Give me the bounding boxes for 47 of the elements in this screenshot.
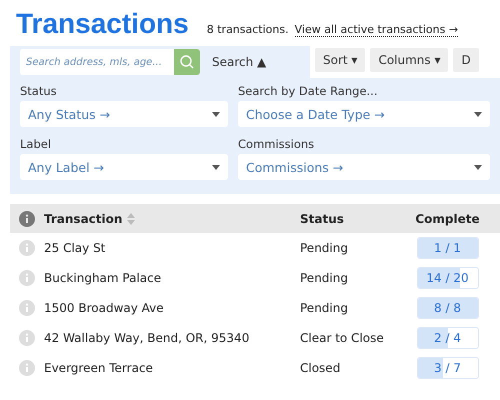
filter-dropdown[interactable]: Any Status → (20, 101, 228, 127)
filter-dropdown[interactable]: Any Label → (20, 154, 228, 180)
table-cell-text: Closed (300, 361, 342, 375)
column-header: Complete (414, 212, 481, 226)
sort-icon[interactable] (126, 212, 136, 226)
search-field[interactable]: Search address, mls, age... (20, 49, 200, 75)
progress-bar: 14 / 20 (416, 267, 478, 289)
filter-dropdown[interactable]: Choose a Date Type → (238, 101, 490, 127)
table-cell-text: Pending (300, 241, 349, 255)
progress-bar: 2 / 4 (416, 327, 478, 349)
filter-label: Search by Date Range... (238, 84, 378, 98)
table-cell-text: Clear to Close (300, 331, 385, 345)
table-cell-text: Pending (300, 271, 349, 285)
info-icon[interactable] (19, 270, 35, 286)
caret-icon (212, 164, 220, 170)
toolbar-button[interactable]: Sort ▾ (315, 48, 366, 72)
toolbar-button[interactable]: D (453, 48, 479, 72)
caret-icon (212, 112, 220, 116)
column-header[interactable]: Transaction (44, 212, 122, 226)
filter-label: Label (20, 137, 52, 151)
toolbar-button[interactable]: Columns ▾ (370, 48, 448, 72)
filter-label: Commissions (238, 137, 316, 151)
search-button[interactable] (174, 49, 200, 75)
table-cell-text: 1500 Broadway Ave (44, 301, 165, 315)
table-cell-text: 25 Clay St (44, 241, 106, 255)
view-all-link[interactable]: View all active transactions → (294, 23, 458, 37)
progress-bar: 3 / 7 (416, 357, 478, 379)
table-cell-text: Evergreen Terrace (44, 361, 154, 375)
table-cell-text: 42 Wallaby Way, Bend, OR, 95340 (44, 331, 250, 345)
caret-icon (474, 112, 482, 116)
search-toggle[interactable]: Search ▲ (208, 53, 270, 71)
filter-dropdown[interactable]: Commissions → (238, 154, 490, 180)
info-icon[interactable] (19, 330, 35, 346)
page-title: Transactions (16, 8, 189, 40)
info-icon (19, 210, 35, 226)
search-icon (179, 54, 195, 70)
column-header: Status (300, 212, 345, 226)
info-icon[interactable] (19, 300, 35, 316)
filter-label: Status (20, 84, 58, 98)
table-cell-text: Buckingham Palace (44, 271, 162, 285)
info-icon[interactable] (19, 240, 35, 256)
caret-icon (474, 164, 482, 170)
info-icon[interactable] (19, 360, 35, 376)
transaction-count: 8 transactions. (206, 23, 289, 36)
progress-bar: 1 / 1 (416, 237, 478, 259)
progress-bar: 8 / 8 (416, 297, 478, 319)
table-cell-text: Pending (300, 301, 349, 315)
